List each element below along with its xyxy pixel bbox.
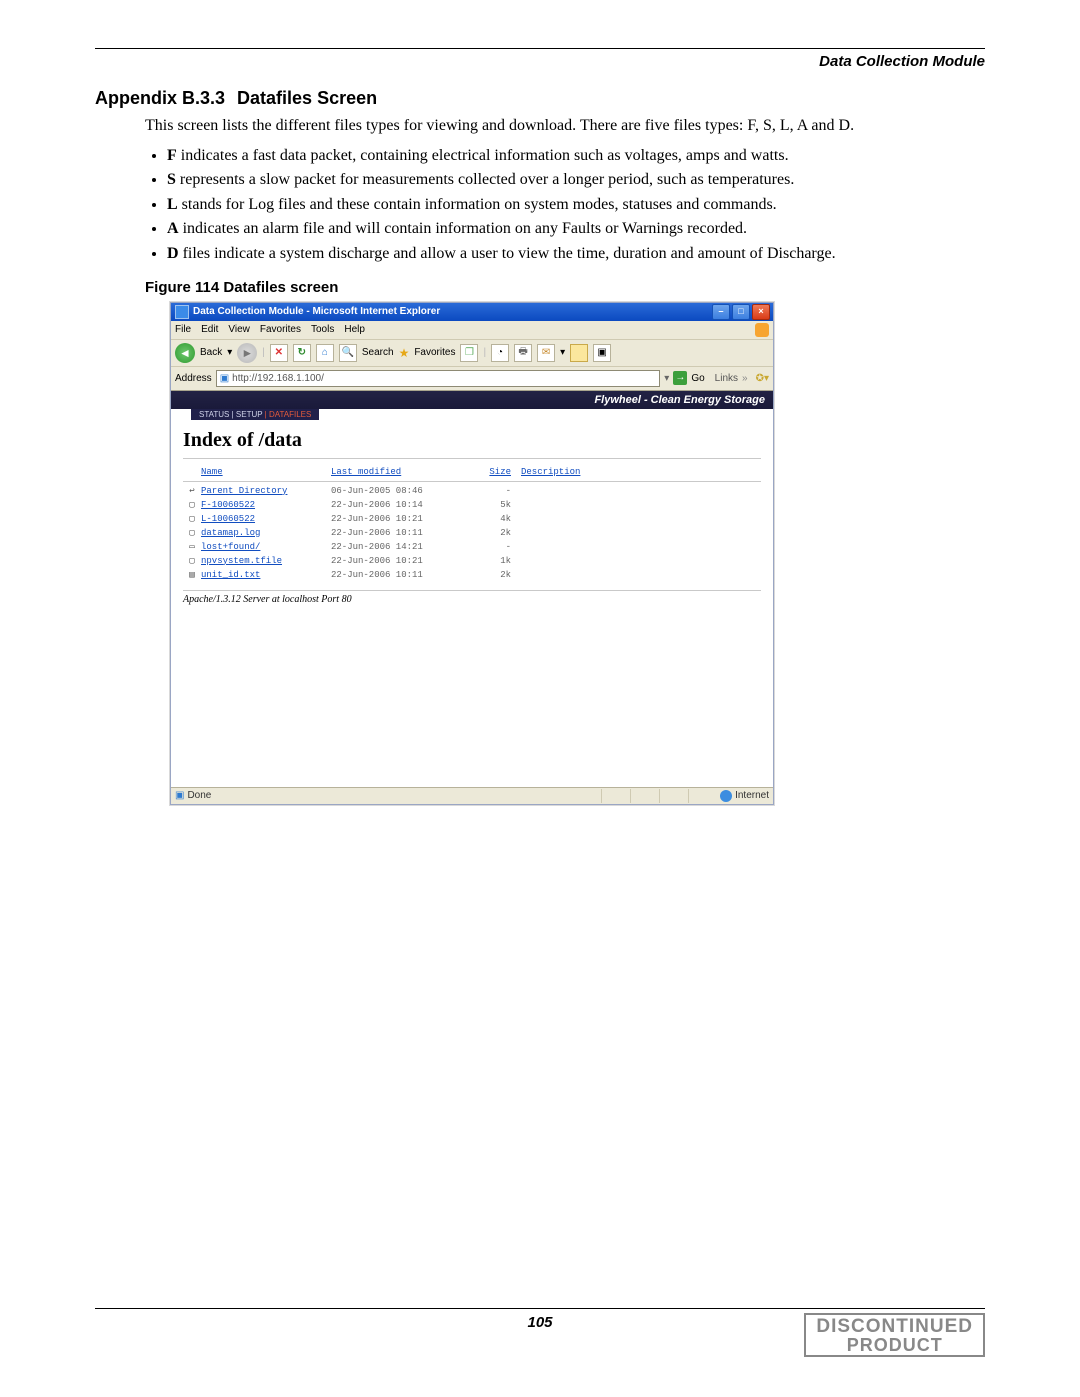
file-icon: ▢	[183, 514, 201, 524]
status-bar: ▣ Done Internet	[171, 787, 773, 804]
favorites-icon[interactable]: ★	[399, 346, 410, 360]
figure-caption: Figure 114 Datafiles screen	[145, 279, 985, 296]
list-item: ▤unit_id.txt22-Jun-2006 10:112k	[183, 568, 761, 582]
text-icon: ▤	[183, 570, 201, 580]
search-icon[interactable]: 🔍	[339, 344, 357, 362]
section-title: Datafiles Screen	[237, 88, 377, 108]
bullet-item: S represents a slow packet for measureme…	[167, 169, 985, 191]
status-zone: Internet	[735, 790, 769, 801]
print-button[interactable]: 🖶	[514, 344, 532, 362]
section-number: Appendix B.3.3	[95, 88, 225, 109]
folder-icon: ▭	[183, 542, 201, 552]
intro-paragraph: This screen lists the different files ty…	[145, 115, 985, 137]
address-value: http://192.168.1.100/	[232, 373, 324, 384]
close-button[interactable]: ×	[752, 304, 770, 320]
minimize-button[interactable]: –	[712, 304, 730, 320]
history-button[interactable]: ❐	[460, 344, 478, 362]
menu-favorites[interactable]: Favorites	[260, 324, 301, 335]
bullet-item: D files indicate a system discharge and …	[167, 243, 985, 265]
discontinued-stamp: DISCONTINUED PRODUCT	[804, 1313, 985, 1357]
mail-button[interactable]: ✉	[537, 344, 555, 362]
app-icon	[175, 305, 189, 319]
go-label[interactable]: Go	[691, 373, 704, 384]
bullet-item: L stands for Log files and these contain…	[167, 194, 985, 216]
menu-help[interactable]: Help	[344, 324, 365, 335]
menu-bar: File Edit View Favorites Tools Help	[171, 321, 773, 340]
favorites-label[interactable]: Favorites	[414, 347, 455, 358]
back-button[interactable]: ◄	[175, 343, 195, 363]
forward-button[interactable]: ►	[237, 343, 257, 363]
home-button[interactable]: ⌂	[316, 344, 334, 362]
list-item: ▢npvsystem.tfile22-Jun-2006 10:211k	[183, 554, 761, 568]
index-heading: Index of /data	[183, 429, 761, 452]
list-item: ▭lost+found/22-Jun-2006 14:21-	[183, 540, 761, 554]
list-item: ▢F-1006052222-Jun-2006 10:145k	[183, 498, 761, 512]
toolbar: ◄ Back ▾ ► | ✕ ↻ ⌂ 🔍 Search ★ Favorites …	[171, 340, 773, 367]
bottom-rule	[95, 1308, 985, 1309]
internet-zone-icon	[720, 790, 732, 802]
header-module: Data Collection Module	[95, 53, 985, 70]
col-size[interactable]: Size	[471, 467, 511, 477]
search-label[interactable]: Search	[362, 347, 394, 358]
file-icon: ▢	[183, 500, 201, 510]
back-label[interactable]: Back	[200, 347, 222, 358]
menu-tools[interactable]: Tools	[311, 324, 334, 335]
page-content: Index of /data Name Last modified Size D…	[171, 409, 773, 697]
page-type-icon: ▣	[220, 373, 229, 384]
section-heading: Appendix B.3.3 Datafiles Screen	[95, 88, 985, 109]
status-icon: ▣	[175, 790, 184, 801]
address-label: Address	[175, 373, 212, 384]
list-item: ↩Parent Directory06-Jun-2005 08:46-	[183, 484, 761, 498]
top-rule	[95, 48, 985, 49]
refresh-button[interactable]: ↻	[293, 344, 311, 362]
address-input[interactable]: ▣ http://192.168.1.100/	[216, 370, 661, 387]
norton-icon[interactable]: ✪▾	[756, 373, 769, 384]
banner-text: Flywheel - Clean Energy Storage	[594, 394, 765, 406]
document-page: Data Collection Module Appendix B.3.3 Dat…	[0, 0, 1080, 1397]
menu-file[interactable]: File	[175, 324, 191, 335]
links-label[interactable]: Links	[715, 373, 738, 384]
browser-window: Data Collection Module - Microsoft Inter…	[170, 302, 774, 805]
col-name[interactable]: Name	[201, 467, 331, 477]
media-button[interactable]: ◔	[491, 344, 509, 362]
edit-button[interactable]: ▣	[593, 344, 611, 362]
menu-view[interactable]: View	[228, 324, 250, 335]
file-icon: ▢	[183, 528, 201, 538]
address-bar: Address ▣ http://192.168.1.100/ ▾ → Go L…	[171, 367, 773, 391]
throbber-icon	[755, 323, 769, 337]
bullet-item: A indicates an alarm file and will conta…	[167, 218, 985, 240]
listing-header: Name Last modified Size Description	[183, 465, 761, 479]
list-item: ▢L-1006052222-Jun-2006 10:214k	[183, 512, 761, 526]
server-line: Apache/1.3.12 Server at localhost Port 8…	[183, 590, 761, 605]
window-title-bar: Data Collection Module - Microsoft Inter…	[171, 303, 773, 321]
bullet-item: F indicates a fast data packet, containi…	[167, 145, 985, 167]
go-button[interactable]: →	[673, 371, 687, 385]
bullet-list: F indicates a fast data packet, containi…	[145, 145, 985, 265]
file-icon: ▢	[183, 556, 201, 566]
menu-edit[interactable]: Edit	[201, 324, 218, 335]
body-text: This screen lists the different files ty…	[145, 115, 985, 265]
col-desc[interactable]: Description	[511, 467, 761, 477]
back-icon: ↩	[183, 486, 201, 496]
stop-button[interactable]: ✕	[270, 344, 288, 362]
col-modified[interactable]: Last modified	[331, 467, 471, 477]
directory-listing: Name Last modified Size Description ↩Par…	[183, 458, 761, 582]
status-done: Done	[187, 790, 211, 801]
folder-button[interactable]	[570, 344, 588, 362]
app-banner: Flywheel - Clean Energy Storage STATUS |…	[171, 391, 773, 409]
window-title: Data Collection Module - Microsoft Inter…	[193, 306, 440, 317]
maximize-button[interactable]: □	[732, 304, 750, 320]
list-item: ▢datamap.log22-Jun-2006 10:112k	[183, 526, 761, 540]
nav-tabs[interactable]: STATUS | SETUP | DATAFILES	[191, 409, 319, 420]
